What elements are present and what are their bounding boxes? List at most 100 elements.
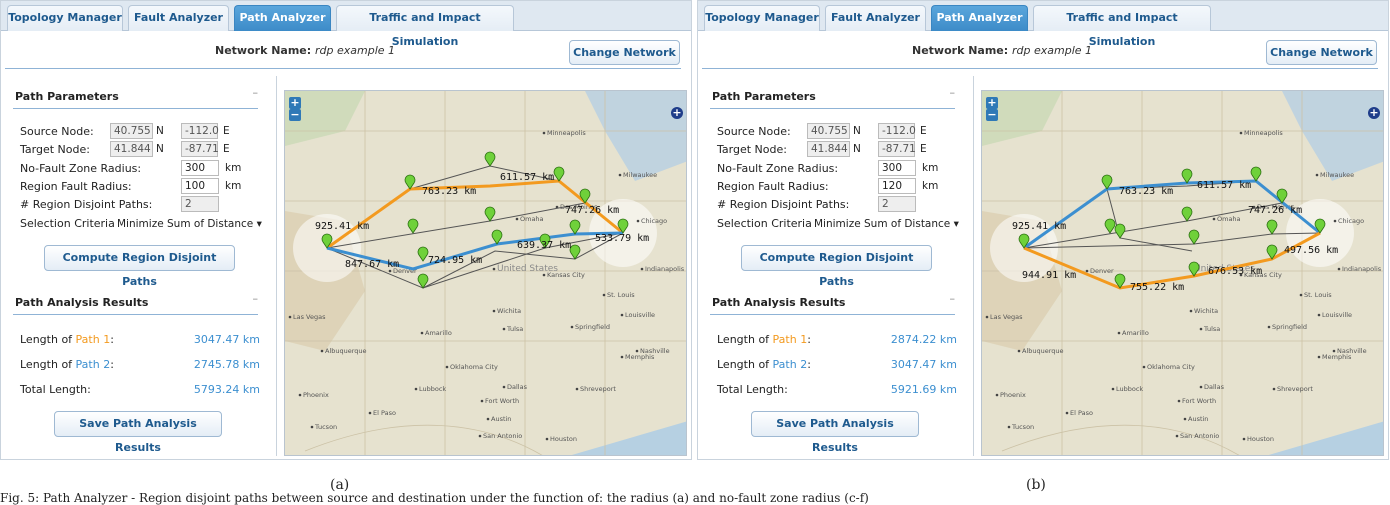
save-results-button[interactable]: Save Path Analysis Results bbox=[751, 411, 919, 454]
target-lat-field[interactable]: 41.844 bbox=[807, 141, 850, 157]
city-dot bbox=[1299, 293, 1303, 297]
tab-bar: Topology Manager Fault Analyzer Path Ana… bbox=[698, 1, 1388, 48]
map-place-label: Springfield bbox=[1272, 323, 1307, 331]
tab-topology-manager[interactable]: Topology Manager bbox=[704, 5, 820, 31]
collapse-icon[interactable]: – bbox=[950, 86, 956, 99]
path-parameters-title: Path Parameters bbox=[15, 90, 119, 103]
section-divider bbox=[710, 314, 955, 315]
network-name-value: rdp example 1 bbox=[1012, 44, 1093, 57]
tab-path-analyzer[interactable]: Path Analyzer bbox=[234, 5, 331, 31]
save-results-button[interactable]: Save Path Analysis Results bbox=[54, 411, 222, 454]
map-place-label: St. Louis bbox=[1304, 291, 1332, 299]
map-place-label: Chicago bbox=[641, 217, 667, 225]
selection-criteria-select[interactable]: Minimize Sum of Distance ▾ bbox=[811, 216, 960, 231]
map-place-label: Nashville bbox=[640, 347, 670, 355]
edge-length-label: 724.95 km bbox=[428, 255, 482, 266]
city-dot bbox=[545, 437, 549, 441]
edge-length-label: 847.67 km bbox=[345, 259, 399, 270]
edge-length-label: 676.53 km bbox=[1208, 266, 1262, 277]
tab-traffic-impact-simulation[interactable]: Traffic and Impact Simulation bbox=[1033, 5, 1211, 48]
map-place-label: Milwaukee bbox=[1320, 171, 1354, 179]
path-analyzer-panel-a: Topology Manager Fault Analyzer Path Ana… bbox=[0, 0, 692, 460]
compute-disjoint-paths-button[interactable]: Compute Region Disjoint Paths bbox=[44, 245, 235, 288]
path2-name: Path 2 bbox=[772, 358, 808, 371]
map-place-label: Tulsa bbox=[506, 325, 523, 333]
city-dot bbox=[1017, 349, 1021, 353]
collapse-icon[interactable]: – bbox=[253, 86, 259, 99]
source-lon-field[interactable]: -112.0 bbox=[181, 123, 219, 139]
edge-length-label: 763.23 km bbox=[1119, 186, 1173, 197]
target-lon-field[interactable]: -87.71 bbox=[878, 141, 916, 157]
region-fault-radius-input[interactable]: 120 bbox=[878, 178, 916, 194]
zoom-out-button[interactable]: − bbox=[986, 109, 998, 121]
city-dot bbox=[320, 349, 324, 353]
compute-disjoint-paths-button[interactable]: Compute Region Disjoint Paths bbox=[741, 245, 932, 288]
no-fault-radius-label: No-Fault Zone Radius: bbox=[717, 162, 839, 175]
region-fault-radius-input[interactable]: 100 bbox=[181, 178, 219, 194]
change-network-button[interactable]: Change Network bbox=[569, 40, 680, 65]
city-dot bbox=[542, 131, 546, 135]
city-dot bbox=[502, 327, 506, 331]
map-place-label: Omaha bbox=[1217, 215, 1241, 223]
tab-path-analyzer[interactable]: Path Analyzer bbox=[931, 5, 1028, 31]
path2-name: Path 2 bbox=[75, 358, 111, 371]
map-place-label: Tucson bbox=[1011, 423, 1034, 431]
map-place-label: Wichita bbox=[1194, 307, 1218, 315]
map-canvas[interactable]: Las Vegas Albuquerque Oklahoma City Dallas E… bbox=[982, 91, 1384, 456]
colon-text: : bbox=[807, 333, 811, 346]
selection-criteria-select[interactable]: Minimize Sum of Distance ▾ bbox=[114, 216, 263, 231]
collapse-icon[interactable]: – bbox=[950, 292, 956, 305]
city-dot bbox=[985, 315, 989, 319]
map-place-label: El Paso bbox=[1070, 409, 1093, 417]
source-lon-field[interactable]: -112.0 bbox=[878, 123, 916, 139]
city-dot bbox=[310, 425, 314, 429]
map-place-label: Amarillo bbox=[425, 329, 452, 337]
east-unit: E bbox=[223, 125, 230, 137]
length-of-text: Length of bbox=[717, 333, 773, 346]
map-place-label: Shreveport bbox=[1277, 385, 1313, 393]
tab-traffic-impact-simulation[interactable]: Traffic and Impact Simulation bbox=[336, 5, 514, 48]
region-fault-radius-label: Region Fault Radius: bbox=[20, 180, 132, 193]
city-dot bbox=[1239, 131, 1243, 135]
change-network-button[interactable]: Change Network bbox=[1266, 40, 1377, 65]
no-fault-radius-input[interactable]: 300 bbox=[181, 160, 219, 176]
tab-topology-manager[interactable]: Topology Manager bbox=[7, 5, 123, 31]
source-lat-field[interactable]: 40.755 bbox=[807, 123, 850, 139]
layers-toggle-icon[interactable]: + bbox=[671, 107, 683, 119]
path1-length-value: 3047.47 km bbox=[193, 333, 260, 346]
disjoint-paths-field[interactable]: 2 bbox=[181, 196, 219, 212]
path1-length-label: Length of Path 1: bbox=[20, 333, 114, 346]
no-fault-radius-input[interactable]: 300 bbox=[878, 160, 916, 176]
disjoint-paths-field[interactable]: 2 bbox=[878, 196, 916, 212]
source-lat-field[interactable]: 40.755 bbox=[110, 123, 153, 139]
map-place-label: Las Vegas bbox=[990, 313, 1023, 321]
network-map[interactable]: Las Vegas Albuquerque Oklahoma City Dallas E… bbox=[981, 90, 1384, 456]
city-dot bbox=[420, 331, 424, 335]
city-dot bbox=[492, 267, 496, 271]
path2-length-value: 2745.78 km bbox=[193, 358, 260, 371]
map-place-label: Oklahoma City bbox=[1147, 363, 1195, 371]
zoom-out-button[interactable]: − bbox=[289, 109, 301, 121]
city-dot bbox=[1177, 399, 1181, 403]
path-parameters-pane: Path Parameters – Source Node: 40.755 N … bbox=[698, 76, 974, 456]
map-place-label: Lubbock bbox=[419, 385, 446, 393]
city-dot bbox=[1317, 313, 1321, 317]
edge-length-label: 747.26 km bbox=[565, 205, 619, 216]
city-dot bbox=[1065, 411, 1069, 415]
city-dot bbox=[388, 269, 392, 273]
length-of-text: Length of bbox=[20, 333, 76, 346]
length-of-text: Length of bbox=[20, 358, 76, 371]
city-dot bbox=[618, 173, 622, 177]
total-length-label: Total Length: bbox=[20, 383, 91, 396]
collapse-icon[interactable]: – bbox=[253, 292, 259, 305]
map-canvas[interactable]: Las Vegas Albuquerque Oklahoma City Dallas E… bbox=[285, 91, 687, 456]
target-lat-field[interactable]: 41.844 bbox=[110, 141, 153, 157]
layers-toggle-icon[interactable]: + bbox=[1368, 107, 1380, 119]
tab-fault-analyzer[interactable]: Fault Analyzer bbox=[128, 5, 229, 31]
east-unit: E bbox=[920, 143, 927, 155]
target-lon-field[interactable]: -87.71 bbox=[181, 141, 219, 157]
tab-fault-analyzer[interactable]: Fault Analyzer bbox=[825, 5, 926, 31]
path-parameters-pane: Path Parameters – Source Node: 40.755 N … bbox=[1, 76, 277, 456]
disjoint-paths-label: # Region Disjoint Paths: bbox=[717, 198, 850, 211]
network-map[interactable]: Las Vegas Albuquerque Oklahoma City Dallas E… bbox=[284, 90, 687, 456]
